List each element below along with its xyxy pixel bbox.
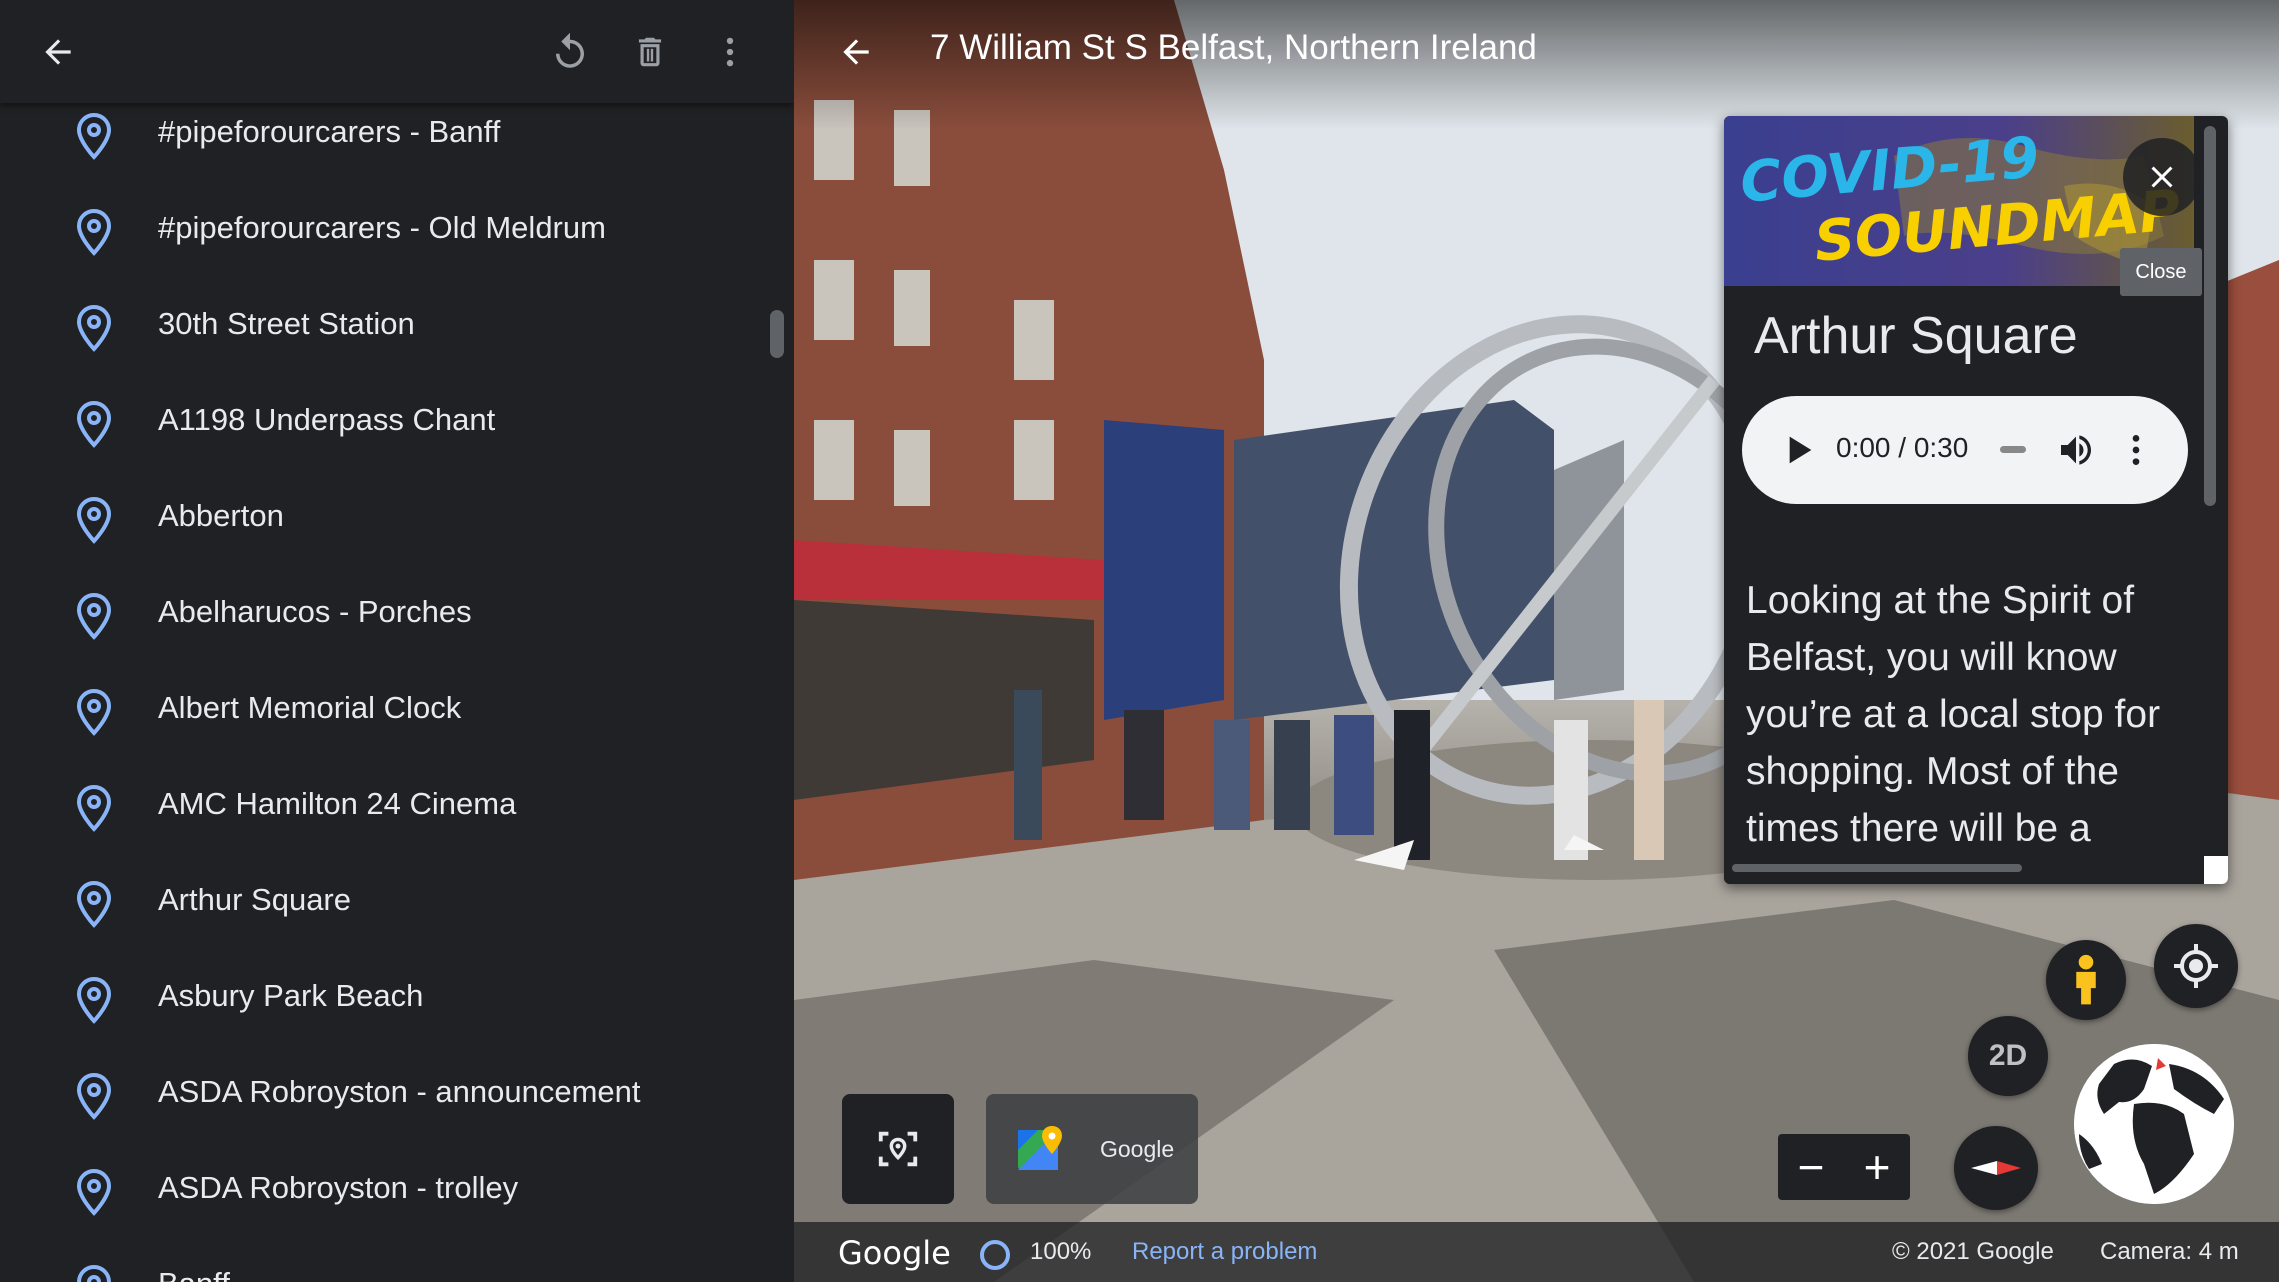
list-item-label: 30th Street Station — [158, 306, 415, 341]
sidebar-scrollbar[interactable] — [770, 310, 784, 358]
viewer-back-button[interactable] — [826, 22, 886, 82]
zoom-controls: − + — [1778, 1134, 1910, 1200]
compass-button[interactable] — [1954, 1126, 2038, 1210]
google-maps-icon — [1018, 1126, 1062, 1170]
audio-progress-slider[interactable] — [2000, 446, 2026, 453]
card-horizontal-scrollbar[interactable] — [1732, 864, 2022, 872]
places-list: #pipeforourcarers - Banff #pipeforourcar… — [0, 88, 794, 1282]
bottom-status-bar: Google 100% Report a problem © 2021 Goog… — [794, 1222, 2279, 1282]
list-item-label: ASDA Robroyston - announcement — [158, 1074, 641, 1109]
audio-time: 0:00 / 0:30 — [1836, 432, 1969, 463]
place-pin-icon — [76, 1264, 112, 1282]
list-item-label: Abelharucos - Porches — [158, 594, 472, 629]
list-item[interactable]: AMC Hamilton 24 Cinema — [0, 760, 794, 856]
list-item-label: ASDA Robroyston - trolley — [158, 1170, 519, 1205]
place-pin-icon — [76, 304, 112, 352]
zoom-level-icon — [980, 1240, 1010, 1270]
open-google-maps-button[interactable]: Google — [986, 1094, 1198, 1204]
sidebar-header — [0, 0, 794, 103]
place-pin-icon — [76, 208, 112, 256]
capture-icon — [878, 1131, 918, 1167]
arrow-back-icon — [843, 39, 869, 65]
my-location-button[interactable] — [2154, 924, 2238, 1008]
address-title: 7 William St S Belfast, Northern Ireland — [930, 28, 1537, 67]
list-item[interactable]: Banff — [0, 1240, 794, 1282]
delete-button[interactable] — [620, 22, 680, 82]
place-pin-icon — [76, 400, 112, 448]
list-item-label: AMC Hamilton 24 Cinema — [158, 786, 517, 821]
list-item[interactable]: A1198 Underpass Chant — [0, 376, 794, 472]
place-pin-icon — [76, 112, 112, 160]
list-item-label: Abberton — [158, 498, 284, 533]
list-item[interactable]: 30th Street Station — [0, 280, 794, 376]
zoom-level: 100% — [1030, 1238, 1092, 1265]
place-pin-icon — [76, 1168, 112, 1216]
capture-screenshot-button[interactable] — [842, 1094, 954, 1204]
globe-button[interactable] — [2074, 1044, 2234, 1204]
street-view[interactable]: 7 William St S Belfast, Northern Ireland… — [794, 0, 2279, 1282]
play-button[interactable] — [1778, 430, 1818, 470]
close-tooltip: Close — [2120, 248, 2202, 296]
card-description: Looking at the Spirit of Belfast, you wi… — [1746, 579, 2161, 850]
more-vert-icon — [726, 37, 734, 67]
list-item[interactable]: ASDA Robroyston - announcement — [0, 1048, 794, 1144]
more-options-button[interactable] — [700, 22, 760, 82]
place-pin-icon — [76, 688, 112, 736]
list-item[interactable]: #pipeforourcarers - Old Meldrum — [0, 184, 794, 280]
copyright-text: © 2021 Google — [1892, 1238, 2054, 1265]
place-pin-icon — [76, 496, 112, 544]
card-title: Arthur Square — [1754, 307, 2078, 365]
compass-icon — [1971, 1161, 2021, 1175]
arrow-back-icon — [45, 39, 71, 65]
list-item[interactable]: Albert Memorial Clock — [0, 664, 794, 760]
list-item[interactable]: Asbury Park Beach — [0, 952, 794, 1048]
volume-button[interactable] — [2056, 430, 2096, 470]
zoom-out-button[interactable]: − — [1778, 1134, 1844, 1200]
list-item-label: #pipeforourcarers - Banff — [158, 114, 501, 149]
place-pin-icon — [76, 880, 112, 928]
place-pin-icon — [76, 592, 112, 640]
place-info-card: COVID-19 SOUNDMAP Close Arthur Square 0:… — [1724, 116, 2228, 884]
list-item-label: A1198 Underpass Chant — [158, 402, 496, 437]
my-location-icon — [2174, 944, 2218, 988]
pegman-button[interactable] — [2046, 940, 2126, 1020]
place-pin-icon — [76, 1072, 112, 1120]
list-item-label: Albert Memorial Clock — [158, 690, 462, 725]
camera-height: Camera: 4 m — [2100, 1238, 2239, 1265]
list-item[interactable]: Abberton — [0, 472, 794, 568]
trash-icon — [638, 37, 662, 67]
list-item-label: #pipeforourcarers - Old Meldrum — [158, 210, 606, 245]
2d-toggle-button[interactable]: 2D — [1968, 1016, 2048, 1096]
scroll-corner — [2204, 856, 2228, 884]
refresh-button[interactable] — [540, 22, 600, 82]
pegman-icon — [2076, 954, 2096, 1005]
zoom-in-button[interactable]: + — [1844, 1134, 1910, 1200]
close-button[interactable] — [2123, 138, 2201, 216]
list-item[interactable]: ASDA Robroyston - trolley — [0, 1144, 794, 1240]
places-sidebar: #pipeforourcarers - Banff #pipeforourcar… — [0, 0, 794, 1282]
close-icon — [2151, 166, 2173, 188]
globe-icon — [2074, 1044, 2234, 1204]
list-item[interactable]: Arthur Square — [0, 856, 794, 952]
back-button[interactable] — [28, 22, 88, 82]
google-logo: Google — [838, 1234, 951, 1272]
audio-player: 0:00 / 0:30 — [1742, 396, 2188, 504]
report-problem-link[interactable]: Report a problem — [1132, 1238, 1317, 1266]
list-item-label: Banff — [158, 1266, 230, 1282]
card-vertical-scrollbar[interactable] — [2204, 126, 2216, 506]
place-pin-icon — [76, 784, 112, 832]
list-item-label: Arthur Square — [158, 882, 351, 917]
list-item[interactable]: Abelharucos - Porches — [0, 568, 794, 664]
refresh-icon — [556, 32, 584, 68]
list-item-label: Asbury Park Beach — [158, 978, 424, 1013]
google-maps-label: Google — [1100, 1136, 1175, 1162]
audio-more-button[interactable] — [2116, 428, 2156, 472]
place-pin-icon — [76, 976, 112, 1024]
